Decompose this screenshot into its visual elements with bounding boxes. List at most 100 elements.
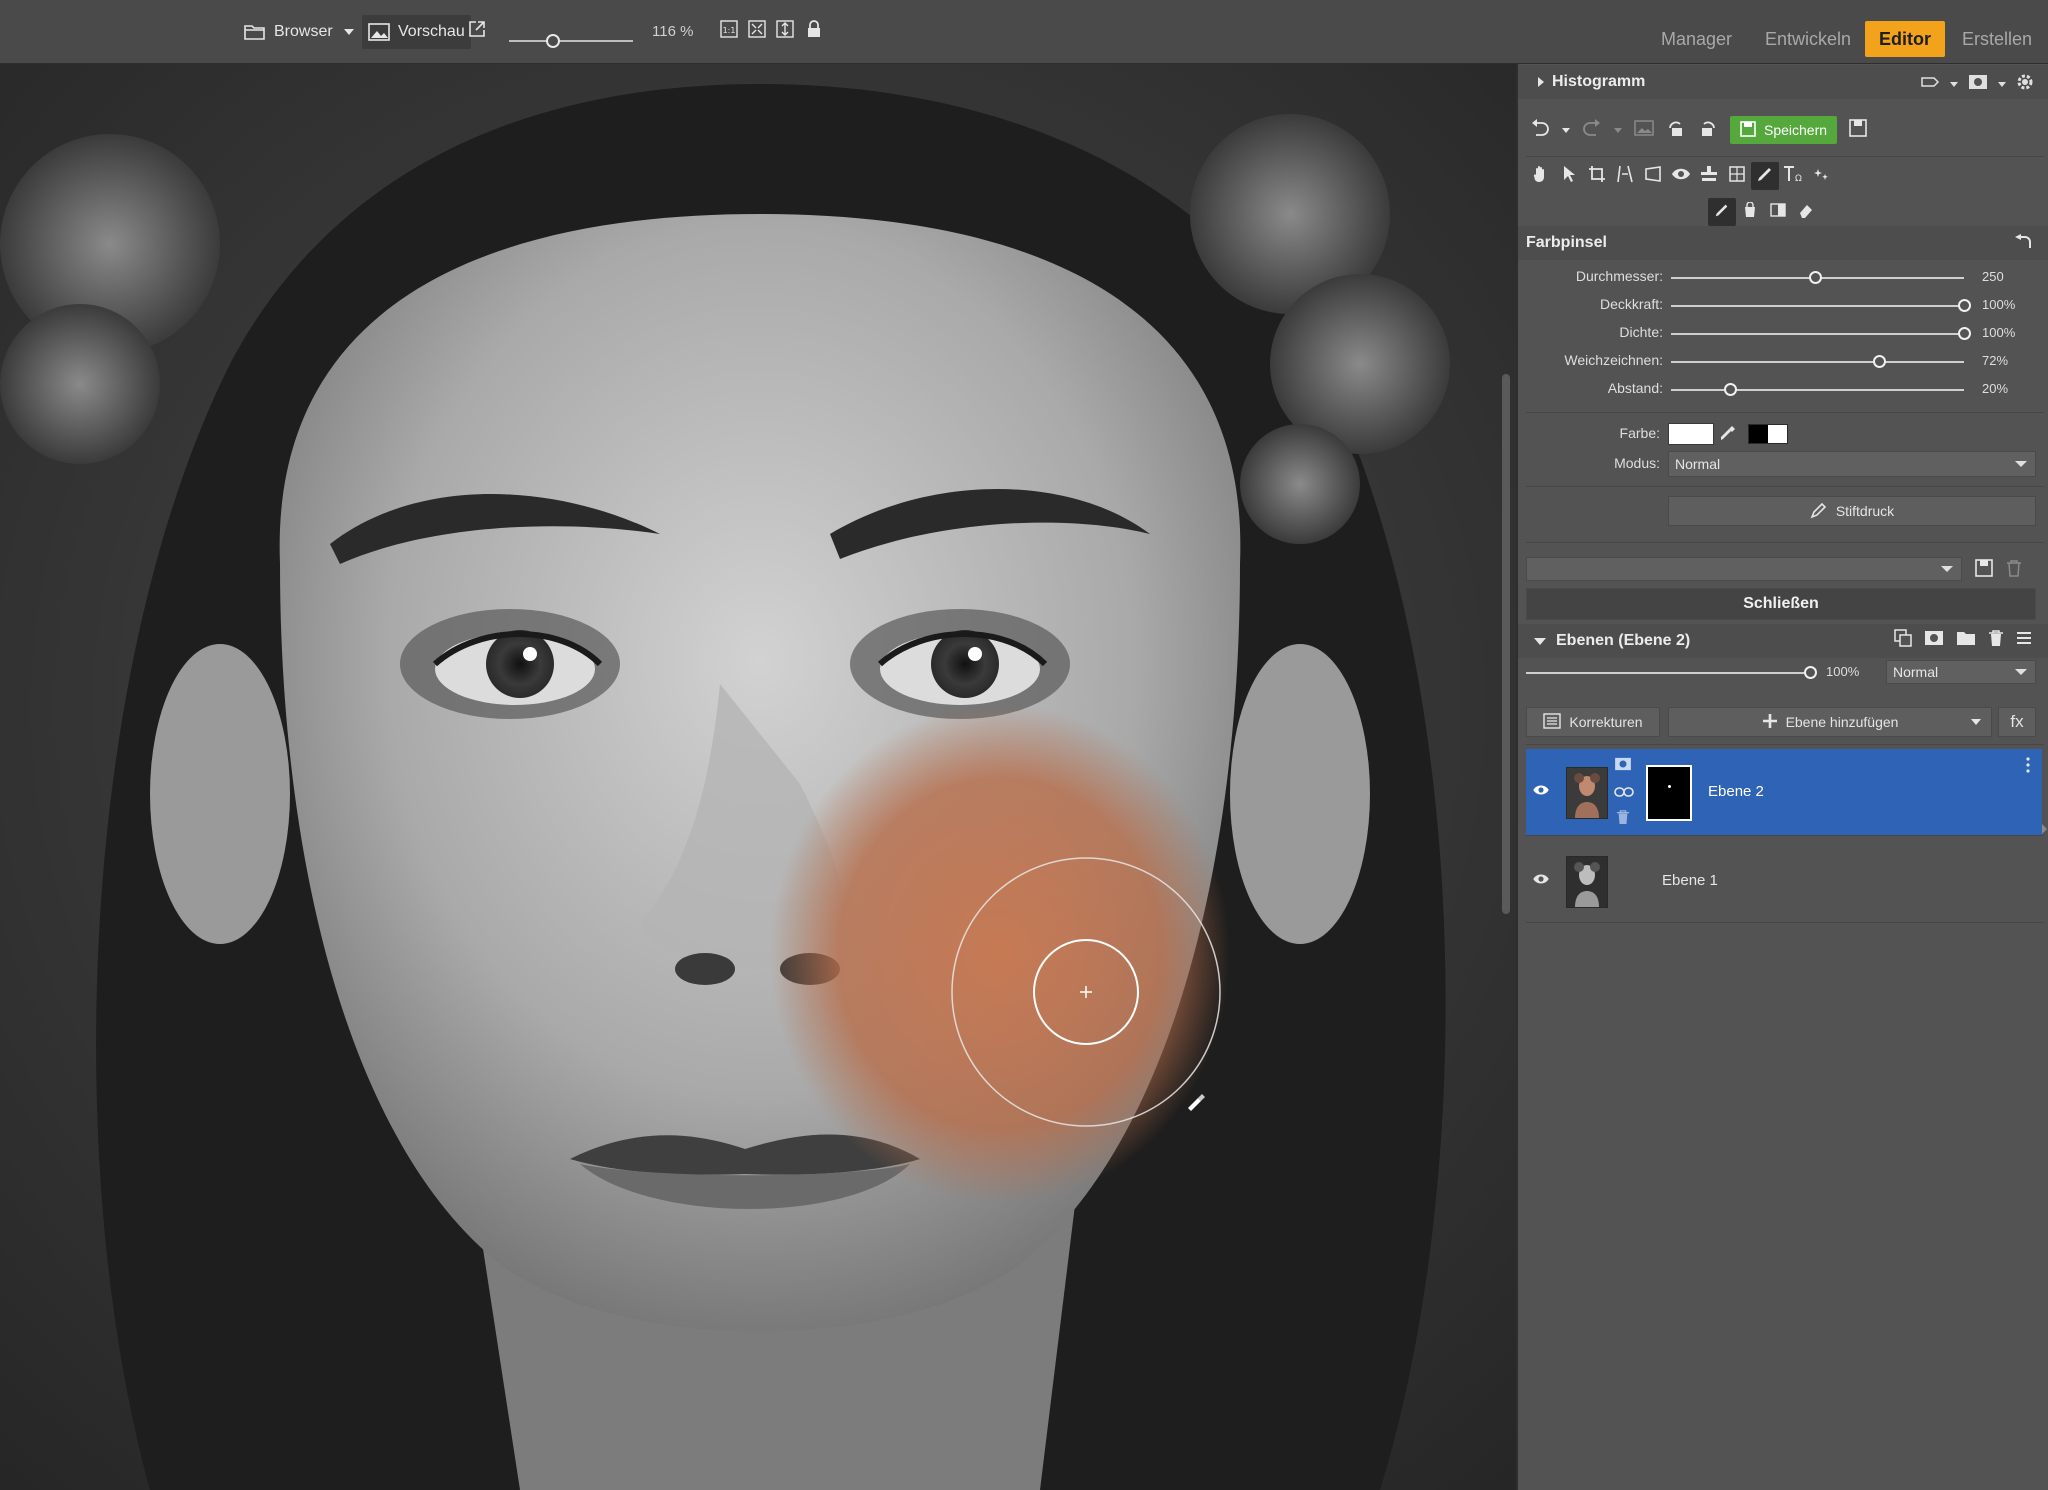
- color-brush-tool[interactable]: [1751, 162, 1779, 190]
- save-as-icon[interactable]: [1849, 118, 1867, 142]
- browser-dropdown-arrow[interactable]: [344, 0, 354, 63]
- corrections-button[interactable]: Korrekturen: [1526, 707, 1660, 737]
- duplicate-layer-icon[interactable]: [1894, 629, 1912, 652]
- mask-view-icon[interactable]: [1968, 74, 1988, 95]
- slider-value[interactable]: 250: [1982, 269, 2004, 284]
- white-swatch[interactable]: [1768, 425, 1787, 443]
- layer-opacity-value[interactable]: 100%: [1826, 664, 1859, 679]
- text-icon: Ω: [1783, 165, 1803, 188]
- red-eye-tool[interactable]: [1667, 162, 1695, 190]
- perspective-tool[interactable]: [1639, 162, 1667, 190]
- save-button[interactable]: Speichern: [1730, 116, 1838, 144]
- eraser-subtool[interactable]: [1792, 198, 1820, 226]
- canvas-scrollbar[interactable]: [1502, 374, 1510, 914]
- image-canvas[interactable]: [0, 64, 1516, 1490]
- folder-icon[interactable]: [1956, 630, 1976, 651]
- slider-track[interactable]: [1671, 305, 1964, 307]
- chevron-down-icon[interactable]: [1614, 127, 1622, 133]
- add-layer-button[interactable]: Ebene hinzufügen: [1668, 707, 1992, 737]
- fit-height-icon: [776, 20, 794, 43]
- browser-button[interactable]: Browser: [238, 0, 339, 63]
- chevron-down-icon[interactable]: [1998, 82, 2006, 87]
- reset-brush-button[interactable]: [2014, 234, 2032, 255]
- slider-value[interactable]: 20%: [1982, 381, 2008, 396]
- layer-opacity-track[interactable]: [1526, 672, 1816, 674]
- crop-tool[interactable]: [1583, 162, 1611, 190]
- zoom-1to1-button[interactable]: 1:1: [720, 0, 738, 63]
- fill-subtool[interactable]: [1736, 198, 1764, 226]
- panel-collapse-arrow[interactable]: [2042, 824, 2047, 834]
- slider-track[interactable]: [1671, 389, 1964, 391]
- rotate-left-icon[interactable]: [1666, 119, 1686, 142]
- hand-tool[interactable]: [1527, 162, 1555, 190]
- save-preset-button[interactable]: [1975, 559, 1993, 582]
- chevron-down-icon[interactable]: [1950, 82, 1958, 87]
- gradient-subtool[interactable]: [1764, 198, 1792, 226]
- slider-value[interactable]: 72%: [1982, 353, 2008, 368]
- fit-to-screen-button[interactable]: [748, 0, 766, 63]
- more-options-icon[interactable]: [2026, 757, 2030, 778]
- preview-button[interactable]: Vorschau: [362, 0, 471, 63]
- pen-pressure-button[interactable]: Stiftdruck: [1668, 496, 2036, 526]
- layer-row-ebene-1[interactable]: Ebene 1: [1526, 836, 2042, 922]
- chevron-down-icon: [1971, 719, 1981, 725]
- right-panel: Histogramm Speichern Ω Farbpinsel Durchm…: [1516, 64, 2048, 1490]
- layer-mask-thumbnail[interactable]: [1646, 765, 1692, 821]
- plus-icon: [1762, 713, 1778, 732]
- preset-dropdown[interactable]: [1526, 557, 1962, 581]
- clone-tool[interactable]: [1695, 162, 1723, 190]
- trash-icon[interactable]: [1616, 809, 1630, 830]
- tab-develop[interactable]: Entwickeln: [1751, 22, 1865, 56]
- slider-handle[interactable]: [1958, 299, 1971, 312]
- mask-visibility-icon[interactable]: [1614, 757, 1632, 776]
- tag-icon[interactable]: [1920, 74, 1940, 95]
- straighten-icon: [1616, 165, 1634, 188]
- slider-handle[interactable]: [1808, 271, 1822, 284]
- slider-value[interactable]: 100%: [1982, 297, 2015, 312]
- open-external-button[interactable]: [468, 0, 486, 63]
- fit-height-button[interactable]: [776, 0, 794, 63]
- trash-icon[interactable]: [1988, 629, 2004, 652]
- lock-zoom-button[interactable]: [806, 0, 822, 63]
- rotate-right-icon[interactable]: [1698, 119, 1718, 142]
- slider-handle[interactable]: [1873, 355, 1887, 368]
- chevron-down-icon[interactable]: [1562, 127, 1570, 133]
- layer-blend-dropdown[interactable]: Normal: [1886, 660, 2036, 684]
- floppy-icon: [1740, 120, 1756, 140]
- black-white-swatches[interactable]: [1748, 424, 1788, 444]
- slider-track[interactable]: [1671, 333, 1964, 335]
- layer-mask-icon[interactable]: [1924, 630, 1944, 651]
- slider-handle[interactable]: [1723, 383, 1737, 396]
- eye-icon[interactable]: [1532, 783, 1550, 801]
- slider-value[interactable]: 100%: [1982, 325, 2015, 340]
- layer-opacity-handle[interactable]: [1804, 666, 1817, 679]
- zoom-slider-handle[interactable]: [546, 34, 561, 48]
- tab-create[interactable]: Erstellen: [1948, 22, 2046, 56]
- slider-handle[interactable]: [1958, 327, 1971, 340]
- slider-track[interactable]: [1671, 361, 1964, 363]
- redo-icon[interactable]: [1582, 118, 1602, 142]
- tab-manager[interactable]: Manager: [1647, 22, 1746, 56]
- eyedropper-button[interactable]: [1718, 423, 1738, 448]
- eye-icon[interactable]: [1532, 872, 1550, 890]
- color-swatch[interactable]: [1668, 423, 1714, 445]
- history-image-icon[interactable]: [1634, 119, 1654, 142]
- selection-tool[interactable]: [1723, 162, 1751, 190]
- straighten-tool[interactable]: [1611, 162, 1639, 190]
- effects-tool[interactable]: [1807, 162, 1835, 190]
- paint-brush-subtool[interactable]: [1708, 198, 1736, 226]
- link-icon[interactable]: [1614, 785, 1634, 803]
- layer-effects-button[interactable]: fx: [1998, 707, 2036, 737]
- select-tool[interactable]: [1555, 162, 1583, 190]
- delete-preset-button[interactable]: [2006, 559, 2022, 582]
- undo-icon[interactable]: [1530, 118, 1550, 142]
- gear-icon[interactable]: [2016, 73, 2034, 96]
- tab-editor[interactable]: Editor: [1865, 21, 1945, 57]
- black-swatch[interactable]: [1749, 425, 1768, 443]
- text-tool[interactable]: Ω: [1779, 162, 1807, 190]
- zoom-slider-track[interactable]: [509, 40, 633, 42]
- blend-mode-dropdown[interactable]: Normal: [1668, 451, 2036, 477]
- layer-row-ebene-2[interactable]: Ebene 2: [1526, 749, 2042, 835]
- menu-icon[interactable]: [2016, 630, 2032, 651]
- close-tool-button[interactable]: Schließen: [1526, 588, 2036, 620]
